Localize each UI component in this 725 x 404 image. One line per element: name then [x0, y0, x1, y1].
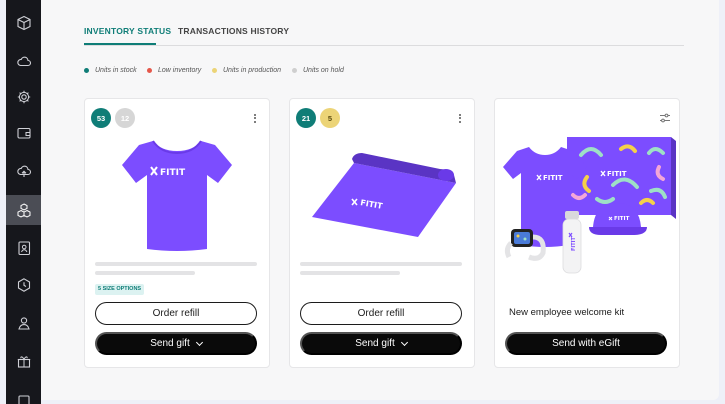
- sidebar-item-catalog[interactable]: [6, 8, 41, 38]
- product-card-welcome-kit[interactable]: FITIT FITIT FITIT FITIT New employee wel…: [494, 98, 680, 368]
- sidebar-item-cloud[interactable]: [6, 46, 41, 76]
- in-stock-badge: 21: [296, 108, 316, 128]
- svg-text:FITIT: FITIT: [614, 216, 630, 222]
- svg-text:FITIT: FITIT: [607, 170, 627, 178]
- send-with-egift-button[interactable]: Send with eGift: [505, 332, 667, 355]
- box-icon: [17, 395, 30, 404]
- chevron-down-icon: [400, 338, 408, 346]
- description-placeholder: [300, 262, 462, 266]
- in-production-badge: 5: [320, 108, 340, 128]
- legend-label: Units in stock: [95, 67, 137, 74]
- description-placeholder: [300, 271, 400, 275]
- size-options-tag: 5 SIZE OPTIONS: [95, 284, 145, 295]
- sidebar-item-inventory[interactable]: [6, 195, 41, 225]
- legend-dot: [212, 68, 217, 73]
- legend-dot: [292, 68, 297, 73]
- main-content: INVENTORY STATUS TRANSACTIONS HISTORY Un…: [41, 0, 719, 400]
- send-gift-button[interactable]: Send gift: [300, 332, 462, 355]
- legend-item-low-inventory: Low inventory: [147, 67, 201, 74]
- brand-logo-text: FITIT: [160, 168, 186, 178]
- contacts-icon: [17, 241, 30, 256]
- product-card-yoga-mat[interactable]: 21 5 FITIT Order refill Send gift: [289, 98, 475, 368]
- sidebar-item-more[interactable]: [6, 384, 41, 404]
- boxes-icon: [17, 203, 30, 218]
- legend-label: Low inventory: [158, 67, 202, 74]
- more-options-icon[interactable]: [459, 112, 461, 124]
- tab-bar: INVENTORY STATUS TRANSACTIONS HISTORY: [84, 22, 684, 46]
- sidebar-item-wallet[interactable]: [6, 118, 41, 148]
- legend-item-in-production: Units in production: [212, 67, 281, 74]
- gift-icon: [17, 356, 30, 368]
- chevron-down-icon: [195, 338, 203, 346]
- order-refill-button[interactable]: Order refill: [95, 302, 257, 325]
- app-frame: INVENTORY STATUS TRANSACTIONS HISTORY Un…: [0, 0, 725, 404]
- sidebar-item-settings[interactable]: [6, 82, 41, 112]
- send-gift-button[interactable]: Send gift: [95, 332, 257, 355]
- active-tab-indicator: [84, 43, 156, 45]
- product-card-tshirt[interactable]: 53 12 FITIT 5 SIZE OPTIONS Order refill …: [84, 98, 270, 368]
- filter-settings-icon[interactable]: [659, 110, 671, 128]
- sidebar-item-upload[interactable]: [6, 156, 41, 186]
- tshirt-image: FITIT: [121, 135, 233, 253]
- send-with-egift-label: Send with eGift: [552, 338, 620, 349]
- on-hold-badge: 12: [115, 108, 135, 128]
- cloud-upload-icon: [16, 165, 31, 177]
- sidebar-item-contacts[interactable]: [6, 233, 41, 263]
- sidebar-item-profile[interactable]: [6, 308, 41, 338]
- legend-item-in-stock: Units in stock: [84, 67, 137, 74]
- legend-dot: [147, 68, 152, 73]
- legend-label: Units on hold: [303, 67, 344, 74]
- more-options-icon[interactable]: [254, 112, 256, 124]
- sidebar-item-gifts[interactable]: [6, 346, 41, 376]
- sidebar-item-history[interactable]: [6, 270, 41, 300]
- yoga-mat-image: FITIT: [308, 139, 458, 245]
- svg-text:FITIT: FITIT: [571, 236, 577, 251]
- order-refill-button[interactable]: Order refill: [300, 302, 462, 325]
- in-stock-badge: 53: [91, 108, 111, 128]
- cloud-icon: [16, 56, 31, 67]
- tab-transactions-history[interactable]: TRANSACTIONS HISTORY: [178, 26, 289, 36]
- legend-label: Units in production: [223, 67, 281, 74]
- description-placeholder: [95, 262, 257, 266]
- tab-inventory-status[interactable]: INVENTORY STATUS: [84, 26, 171, 36]
- order-refill-label: Order refill: [357, 308, 405, 319]
- order-refill-label: Order refill: [152, 308, 200, 319]
- product-title: New employee welcome kit: [509, 307, 625, 318]
- send-gift-label: Send gift: [150, 338, 190, 349]
- legend-dot: [84, 68, 89, 73]
- svg-text:FITIT: FITIT: [543, 174, 563, 182]
- send-gift-label: Send gift: [355, 338, 395, 349]
- sidebar: [6, 0, 41, 404]
- description-placeholder: [95, 271, 195, 275]
- legend-item-on-hold: Units on hold: [292, 67, 344, 74]
- welcome-kit-image: FITIT FITIT FITIT FITIT: [501, 133, 677, 283]
- user-icon: [17, 317, 30, 330]
- wallet-icon: [16, 127, 31, 139]
- gear-icon: [17, 90, 30, 104]
- clock-icon: [17, 278, 30, 292]
- cube-icon: [16, 15, 31, 31]
